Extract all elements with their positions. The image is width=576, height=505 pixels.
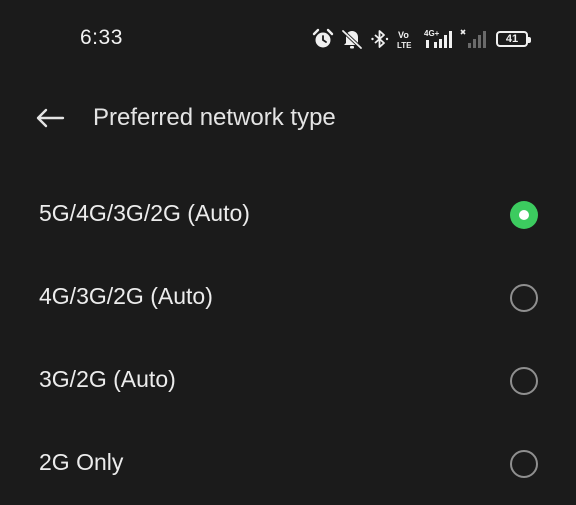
option-2g-only[interactable]: 2G Only [0,422,576,505]
back-arrow-icon [36,108,65,128]
status-bar: 6:33 Vo LTE 4G+ 41 [0,0,576,78]
header: Preferred network type [0,88,576,148]
option-label: 4G/3G/2G (Auto) [39,283,213,309]
signal-4g-icon: 4G+ [424,29,452,48]
status-icons: Vo LTE 4G+ 41 [312,26,531,52]
radio-button[interactable] [510,284,538,312]
network-type-label: 4G+ [424,29,440,38]
signal-no-service-icon [460,29,486,48]
battery-level: 41 [505,32,519,45]
option-3g-2g-auto[interactable]: 3G/2G (Auto) [0,339,576,422]
option-5g-4g-3g-2g-auto[interactable]: 5G/4G/3G/2G (Auto) [0,173,576,256]
option-label: 5G/4G/3G/2G (Auto) [39,200,250,226]
mute-icon [341,29,363,50]
option-label: 3G/2G (Auto) [39,366,176,392]
option-label: 2G Only [39,449,124,475]
status-time: 6:33 [80,26,123,49]
volte-icon: Vo LTE [397,30,412,50]
page-title: Preferred network type [93,104,336,131]
option-4g-3g-2g-auto[interactable]: 4G/3G/2G (Auto) [0,256,576,339]
alarm-icon [312,28,334,48]
radio-button[interactable] [510,450,538,478]
network-type-options: 5G/4G/3G/2G (Auto) 4G/3G/2G (Auto) 3G/2G… [0,173,576,505]
battery-icon: 41 [496,31,531,47]
volte-bottom-text: LTE [397,41,412,50]
radio-button-selected[interactable] [510,201,538,229]
bluetooth-icon [371,30,389,48]
back-button[interactable] [30,102,70,134]
radio-button[interactable] [510,367,538,395]
volte-top-text: Vo [398,30,409,40]
